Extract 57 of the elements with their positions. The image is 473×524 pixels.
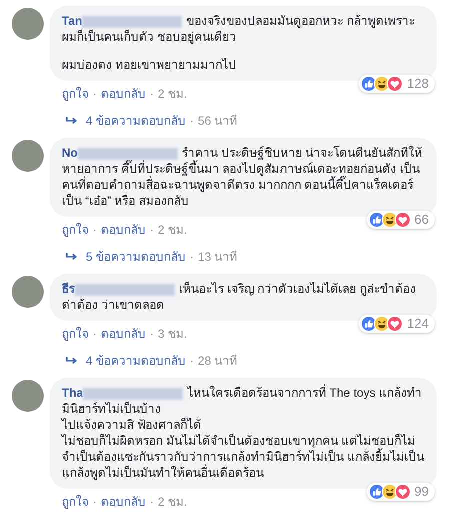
timestamp: 56 นาที (198, 113, 238, 130)
avatar[interactable] (12, 140, 44, 172)
separator-dot: · (190, 353, 194, 370)
reaction-summary[interactable]: 66 (366, 211, 435, 229)
action-link[interactable]: 5 ข้อความตอบกลับ (86, 248, 186, 266)
separator-dot: · (150, 494, 154, 511)
avatar[interactable] (12, 380, 44, 412)
commenter-name[interactable]: No (62, 146, 78, 160)
action-link[interactable]: ตอบกลับ (101, 325, 146, 343)
reply-arrow-icon (66, 116, 78, 126)
comment-text: No รำคาน ประดิษฐ์ชิบหาย น่าจะโดนตีนยันสักทีให้หายอาการ คึ๊ปที่ประดิษฐ์ขึ้นมา ลองไปดูสัมภาษณ์เดอะทอยก่อนดัง เป็นคนที่ตอบคำถามสื่อฉะฉานพูดจาดีตรง มากกกก ตอนนี้คึ๊ปคาแร็คเตอร์เป็น “เอ๋อ” หรือ สมองกลับ (62, 145, 424, 209)
action-link[interactable]: 4 ข้อความตอบกลับ (86, 112, 186, 130)
action-link[interactable]: ตอบกลับ (101, 221, 146, 239)
timestamp: 2 ชม. (158, 494, 188, 511)
comment-text: Tan ของจริงของปลอมมันดูออกหวะ กล้าพูดเพราะผมก็เป็นคนเก็บตัว ชอบอยู่คนเดียว (62, 13, 416, 45)
separator-dot: · (150, 326, 154, 343)
reaction-summary[interactable]: 124 (359, 315, 435, 333)
reaction-count: 99 (414, 484, 429, 500)
separator-dot: · (93, 222, 97, 239)
avatar[interactable] (12, 8, 44, 40)
timestamp: 3 ชม. (158, 326, 188, 343)
reply-arrow-icon (66, 252, 78, 262)
action-link[interactable]: ถูกใจ (62, 221, 89, 239)
action-link[interactable]: ถูกใจ (62, 85, 89, 103)
separator-dot: · (93, 86, 97, 103)
timestamp: 28 นาที (198, 353, 238, 370)
avatar[interactable] (12, 276, 44, 308)
reaction-count: 128 (407, 76, 429, 92)
separator-dot: · (150, 86, 154, 103)
heart-reaction-icon (387, 316, 404, 332)
commenter-name[interactable]: Tan (62, 14, 82, 28)
reply-arrow-icon (66, 356, 78, 366)
timestamp: 13 นาที (198, 249, 238, 266)
separator-dot: · (150, 222, 154, 239)
separator-dot: · (190, 249, 194, 266)
separator-dot: · (93, 494, 97, 511)
commenter-name[interactable]: Tha (62, 386, 84, 400)
separator-dot: · (190, 113, 194, 130)
action-link[interactable]: ถูกใจ (62, 325, 89, 343)
reaction-summary[interactable]: 128 (359, 75, 435, 93)
comment-text: ธีร เห็นอะไร เจริญ กว่าตัวเองไม่ได้เลย กูล่ะขำต้องด่าต้อง ว่าเขาตลอด (62, 281, 418, 313)
comment-text: ผมบ่องตง ทอยเขาพยายามมากไป (62, 57, 238, 73)
timestamp: 2 ชม. (158, 222, 188, 239)
reaction-summary[interactable]: 99 (366, 483, 435, 501)
action-link[interactable]: ตอบกลับ (101, 85, 146, 103)
commenter-name[interactable]: ธีร (62, 282, 75, 296)
heart-reaction-icon (394, 212, 411, 228)
action-link[interactable]: ถูกใจ (62, 493, 89, 511)
reaction-count: 66 (414, 212, 429, 228)
heart-reaction-icon (394, 484, 411, 500)
comment-text: Tha ไหนใครเดือดร้อนจากการที่ The toys แกล้งทำมินิฮาร์ทไม่เป็นบ้าง ไปแจ้งความสิ ฟ้องศาลก็ได้ ไม่ชอบก็ไม่ผิดหรอก มันไม่ได้จำเป็นต้องชอบเขาทุกคน แต่ไม่ชอบก็ไม่จำเป็นต้องแซะกันราวกับว่าการแกล้งทำมินิฮาร์ทไม่เป็น แกล้งยิ้มไม่เป็น แกล้งพูดไม่เป็นมันทำให้คนอื่นเดือดร้อน (62, 385, 425, 481)
reaction-count: 124 (407, 316, 429, 332)
action-link[interactable]: 4 ข้อความตอบกลับ (86, 352, 186, 370)
separator-dot: · (93, 326, 97, 343)
timestamp: 2 ชม. (158, 86, 188, 103)
action-link[interactable]: ตอบกลับ (101, 493, 146, 511)
heart-reaction-icon (387, 76, 404, 92)
